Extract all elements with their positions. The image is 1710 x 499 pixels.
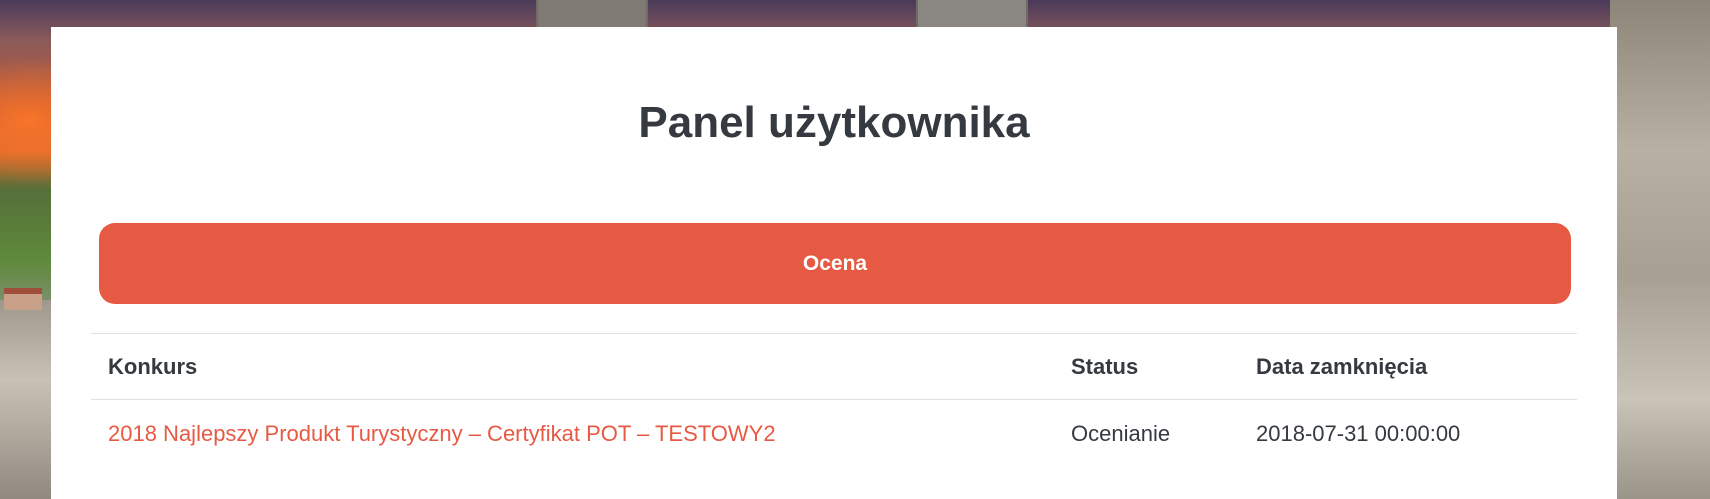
contest-link[interactable]: 2018 Najlepszy Produkt Turystyczny – Cer…	[108, 421, 776, 446]
column-header-data-zamkniecia: Data zamknięcia	[1256, 353, 1428, 379]
background-castle-tower	[536, 0, 648, 30]
page-title: Panel użytkownika	[638, 98, 1030, 147]
cell-status: Ocenianie	[1071, 420, 1171, 446]
background-rocks-left	[0, 300, 52, 499]
table-row: 2018 Najlepszy Produkt Turystyczny – Cer…	[91, 400, 1577, 468]
table-header-row: Konkurs Status Data zamknięcia	[91, 333, 1577, 400]
contests-table: Konkurs Status Data zamknięcia 2018 Najl…	[91, 333, 1577, 468]
ocena-button[interactable]: Ocena	[99, 223, 1571, 304]
background-rocks-right	[1610, 0, 1710, 499]
cell-konkurs: 2018 Najlepszy Produkt Turystyczny – Cer…	[91, 400, 1054, 468]
content-card: Panel użytkownika Ocena Konkurs Status D…	[51, 27, 1617, 499]
cell-data-zamkniecia: 2018-07-31 00:00:00	[1256, 420, 1461, 446]
background-house	[4, 288, 42, 310]
column-header-konkurs: Konkurs	[108, 353, 198, 379]
column-header-status: Status	[1071, 353, 1139, 379]
background-castle-tower	[916, 0, 1028, 30]
